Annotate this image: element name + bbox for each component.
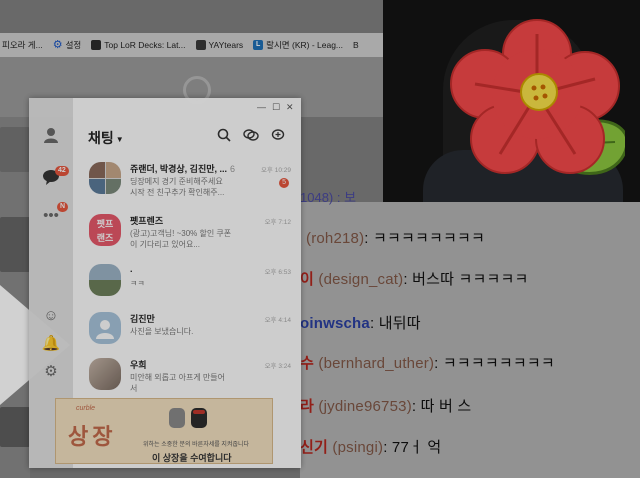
close-button[interactable]: ✕: [286, 102, 294, 113]
chat-title[interactable]: 채팅 ▼: [88, 128, 124, 148]
chat-row[interactable]: 김진만 사진을 보냈습니다. 오후 4:14: [73, 306, 301, 358]
chat-time: 오후 10:29: [260, 167, 291, 174]
thumbnail: [0, 407, 30, 447]
stream-chat-line: 신기 (psingi): 77ㅓ 억: [300, 439, 442, 456]
chat-name: 쥬랜더, 박경상, 김진만, ...: [130, 164, 228, 174]
chat-row[interactable]: 펫프 랜즈 펫프렌즈 (광고)고객님! ~30% 할인 쿠폰 이 기다리고 있어요…: [73, 208, 301, 260]
chat-name: 우희: [130, 360, 147, 370]
default-avatar: [89, 312, 121, 344]
stream-chat-line: (roh218): ㅋㅋㅋㅋㅋㅋㅋㅋ: [306, 230, 486, 247]
stream-chat-line: 라 (jydine96753): 따 버 스: [300, 398, 472, 415]
stream-chat-line: 수 (bernhard_uther): ㅋㅋㅋㅋㅋㅋㅋㅋ: [300, 355, 555, 372]
gear-icon: ⚙: [52, 39, 63, 51]
chat-name: 펫프렌즈: [130, 216, 164, 226]
new-chat-icon[interactable]: [271, 128, 285, 145]
chat-row[interactable]: . ㅋㅋ 오후 6:53: [73, 258, 301, 310]
chat-preview: 딩장메지 경기 준비해주세요 시작 전 친구추가 확인해주...: [130, 177, 225, 197]
maximize-button[interactable]: ☐: [272, 102, 280, 113]
more-badge: N: [57, 202, 69, 212]
bookmark-1[interactable]: 피오라 게...: [2, 39, 43, 51]
chat-name: .: [130, 264, 133, 274]
stream-chat-line: oinwscha: 내뒤따: [300, 315, 421, 332]
thumbnail: [0, 127, 30, 172]
notification-icon[interactable]: 🔔: [41, 334, 61, 354]
l-icon: L: [253, 40, 264, 50]
chat-time: 오후 3:24: [264, 363, 291, 370]
lor-icon: [91, 40, 102, 50]
yay-icon: [195, 40, 206, 50]
chat-preview: 사진을 보냈습니다.: [130, 327, 194, 336]
chat-time: 오후 7:12: [264, 219, 291, 226]
petfriends-avatar: 펫프 랜즈: [89, 214, 121, 246]
chat-preview: 미안해 외롭고 아프게 만들어 서: [130, 373, 225, 393]
kakaotalk-window: 42 ••• N ☺ 🔔 ⚙ — ☐ ✕ 채팅 ▼ 쥬랜더, 박경상, 김진만, …: [29, 98, 301, 468]
ad-banner[interactable]: curble 상장 위하는 소중한 분의 바른자세를 지켜줍니다 이 상장을 수…: [55, 398, 273, 464]
bookmarks-bar: 피오라 게... ⚙ 설정 Top LoR Decks: Lat... YAYte…: [0, 33, 390, 57]
emoticon-icon[interactable]: ☺: [41, 306, 61, 326]
stream-chat-line: 이 (design_cat): 버스따 ㅋㅋㅋㅋㅋ: [300, 271, 529, 288]
chat-badge: 42: [55, 166, 69, 176]
ad-brand: curble: [76, 405, 96, 412]
ad-headline: 상장: [68, 424, 117, 449]
landscape-avatar: [89, 264, 121, 296]
ad-cta: 이 상장을 수여합니다: [152, 453, 232, 463]
chat-time: 오후 4:14: [264, 317, 291, 324]
settings-icon[interactable]: ⚙: [41, 362, 61, 382]
chat-preview: ㅋㅋ: [130, 279, 145, 288]
search-icon[interactable]: [217, 128, 231, 145]
chat-name: 김진만: [130, 314, 155, 324]
photo-avatar: [89, 358, 121, 390]
unread-badge: 5: [279, 178, 289, 188]
thumbnail: [0, 217, 30, 272]
minimize-button[interactable]: —: [257, 102, 266, 112]
member-count: 6: [230, 164, 236, 174]
bookmark-3[interactable]: Top LoR Decks: Lat...: [91, 40, 186, 50]
chat-time: 오후 6:53: [264, 269, 291, 276]
bookmark-5[interactable]: L 랄시면 (KR) - Leag...: [253, 39, 343, 51]
open-chat-icon[interactable]: [243, 128, 259, 145]
ad-description: 위하는 소중한 분의 바른자세를 지켜줍니다: [143, 442, 250, 448]
group-avatar: [89, 162, 121, 194]
bookmark-2[interactable]: ⚙ 설정: [53, 39, 82, 51]
chat-row[interactable]: 우희 미안해 외롭고 아프게 만들어 서 오후 3:24: [73, 352, 301, 404]
flower-sticker-icon: [450, 19, 625, 175]
friends-icon[interactable]: [41, 126, 61, 146]
bookmark-6[interactable]: B: [353, 40, 359, 50]
chat-row[interactable]: 쥬랜더, 박경상, 김진만, ... 6 딩장메지 경기 준비해주세요 시작 전 …: [73, 156, 301, 208]
chevron-down-icon: ▼: [115, 134, 124, 144]
stream-chat-partial-line: 1048) : 보: [300, 190, 357, 205]
chat-preview: (광고)고객님! ~30% 할인 쿠폰 이 기다리고 있어요...: [130, 229, 232, 249]
product-icon: [169, 408, 207, 428]
bookmark-4[interactable]: YAYtears: [195, 40, 243, 50]
